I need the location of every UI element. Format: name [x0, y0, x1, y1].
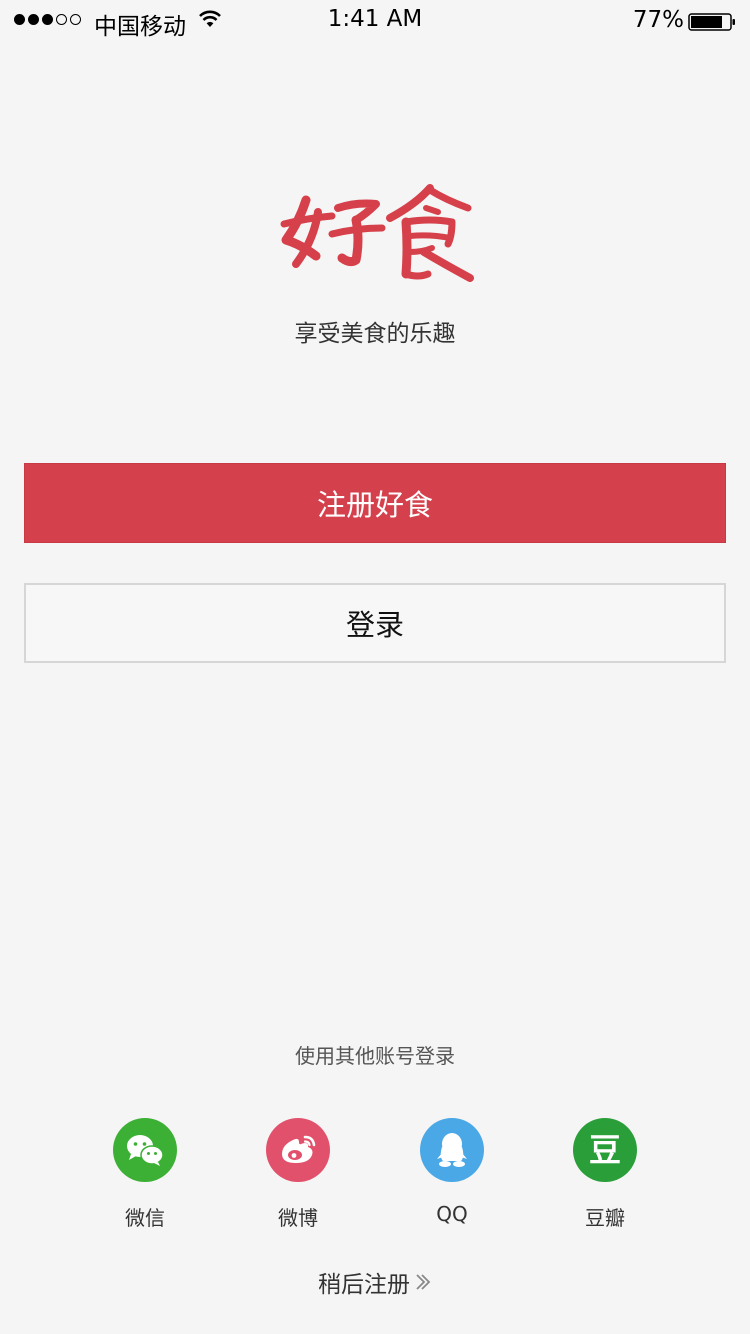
provider-label: 豆瓣: [585, 1206, 625, 1230]
qq-icon: [437, 1133, 467, 1167]
register-later-label: 稍后注册: [318, 1272, 410, 1298]
tagline: 享受美食的乐趣: [294, 321, 456, 347]
register-button[interactable]: 注册好食: [24, 463, 726, 543]
douban-login-button[interactable]: 豆 豆瓣: [555, 1118, 655, 1231]
douban-icon: 豆: [588, 1131, 621, 1169]
register-button-label: 注册好食: [316, 488, 433, 522]
battery-percentage: 77%: [632, 7, 684, 33]
provider-label: QQ: [436, 1202, 468, 1226]
other-login-title: 使用其他账号登录: [295, 1044, 455, 1068]
wechat-login-button[interactable]: 微信: [95, 1118, 195, 1231]
brand-logo: [280, 184, 474, 282]
qq-login-button[interactable]: QQ: [402, 1118, 502, 1226]
login-button-label: 登录: [345, 608, 404, 642]
status-bar: 中国移动 1:41 AM 77%: [0, 0, 750, 40]
register-later-link[interactable]: 稍后注册: [0, 1265, 750, 1299]
provider-label: 微信: [125, 1206, 165, 1230]
wechat-icon: [127, 1135, 164, 1166]
battery-icon: [688, 13, 735, 31]
login-screen: 中国移动 1:41 AM 77% 享受美食的乐趣 注册好食 登录 使用其他账号登…: [0, 0, 750, 1334]
double-chevron-right-icon: [416, 1274, 431, 1290]
provider-label: 微博: [278, 1206, 318, 1230]
weibo-icon: [282, 1135, 316, 1163]
weibo-login-button[interactable]: 微博: [248, 1118, 348, 1231]
login-button[interactable]: 登录: [24, 583, 726, 663]
